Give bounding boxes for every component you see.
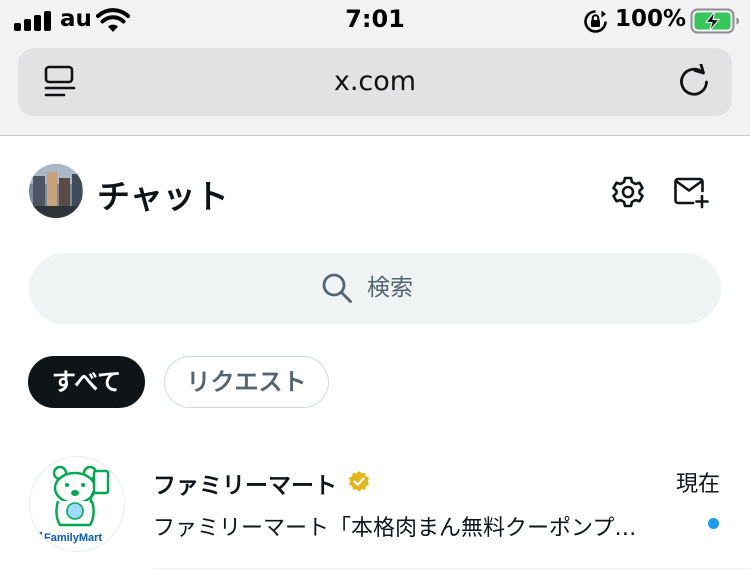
brand-logotype: FamilyMart: [44, 532, 102, 544]
search-placeholder: 検索: [367, 275, 413, 301]
address-bar[interactable]: x.com: [18, 48, 732, 116]
search-icon: [322, 273, 352, 303]
filter-requests-button[interactable]: リクエスト: [164, 356, 329, 408]
battery-percent: 100%: [615, 6, 687, 32]
settings-icon[interactable]: [611, 175, 645, 209]
search-input[interactable]: 検索: [29, 253, 721, 324]
battery-charging-icon: [690, 8, 739, 34]
browser-toolbar: x.com: [0, 44, 750, 136]
familymart-logo: FamilyMart: [30, 457, 124, 551]
reload-icon[interactable]: [676, 64, 712, 100]
conversation-avatar: FamilyMart: [29, 456, 125, 552]
row-divider: [153, 568, 750, 569]
conversation-name: ファミリーマート: [153, 473, 337, 499]
conversation-time: 現在: [675, 472, 720, 497]
profile-avatar[interactable]: [29, 164, 83, 218]
verified-badge-icon: [349, 471, 369, 492]
conversation-row[interactable]: FamilyMart ファミリーマート 現在 ファミリーマート「本格肉まん無料ク…: [0, 440, 750, 570]
filter-all-button[interactable]: すべて: [28, 356, 145, 408]
new-message-icon[interactable]: [673, 175, 709, 209]
reader-view-icon[interactable]: [42, 64, 78, 100]
page-title: チャット: [97, 177, 229, 216]
orientation-lock-icon: [584, 10, 607, 33]
url-text[interactable]: x.com: [18, 48, 732, 116]
status-bar: au 7:01 100%: [0, 0, 750, 44]
unread-indicator: [708, 518, 719, 529]
conversation-preview: ファミリーマート「本格肉まん無料クーポンプ…: [153, 516, 637, 541]
